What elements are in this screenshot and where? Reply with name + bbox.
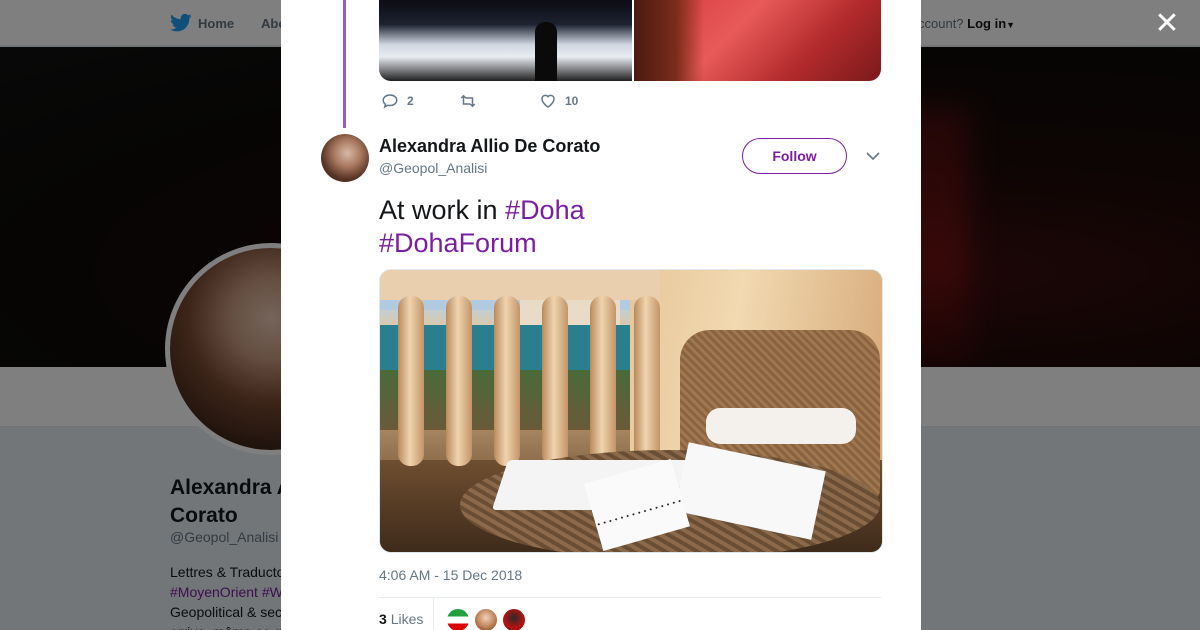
hashtag-doha[interactable]: #Doha <box>505 195 585 225</box>
previous-tweet-actions: 2 10 <box>381 92 578 110</box>
likes-label: Likes <box>390 611 424 627</box>
tweet-author-name[interactable]: Alexandra Allio De Corato <box>379 136 600 157</box>
previous-tweet-photo-conference[interactable] <box>379 0 632 81</box>
chevron-down-icon[interactable] <box>865 148 881 164</box>
photo-baluster <box>634 296 660 466</box>
likes-separator <box>433 598 434 630</box>
liker-avatar[interactable] <box>502 608 526 630</box>
reply-count: 2 <box>407 94 414 108</box>
likes-count: 3 <box>379 611 387 627</box>
photo-balcony-rail <box>380 270 660 300</box>
close-icon[interactable]: ✕ <box>1152 9 1182 40</box>
retweet-icon <box>460 94 476 108</box>
reply-action[interactable]: 2 <box>381 92 459 110</box>
divider <box>379 597 881 598</box>
previous-tweet-media[interactable] <box>379 0 881 81</box>
previous-tweet-photo-selfie[interactable] <box>634 0 881 81</box>
photo-baluster <box>446 296 472 466</box>
tweet-modal: 2 10 Alexandra Allio De Corato @Geopol_A… <box>281 0 921 630</box>
photo-baluster <box>542 296 568 466</box>
likes-stat[interactable]: 3 Likes <box>379 611 423 627</box>
photo-shadow <box>634 0 704 81</box>
photo-baluster <box>494 296 520 466</box>
photo-baluster <box>590 296 616 466</box>
liker-avatar[interactable] <box>446 608 470 630</box>
tweet-text-prefix: At work in <box>379 195 506 225</box>
tweet-author-handle[interactable]: @Geopol_Analisi <box>379 160 487 176</box>
photo-baluster <box>398 296 424 466</box>
follow-button[interactable]: Follow <box>742 138 847 174</box>
retweet-action[interactable] <box>459 92 539 110</box>
like-action[interactable]: 10 <box>539 92 578 110</box>
liker-avatar[interactable] <box>474 608 498 630</box>
tweet-photo[interactable] <box>379 269 883 553</box>
tweet-timestamp[interactable]: 4:06 AM - 15 Dec 2018 <box>379 567 522 583</box>
tweet-text: At work in #Doha #DohaForum <box>379 194 879 260</box>
reply-icon <box>382 94 398 109</box>
photo-silhouette <box>535 22 557 81</box>
thread-connector-line <box>343 0 346 128</box>
tweet-author-avatar[interactable] <box>321 134 369 182</box>
like-count: 10 <box>565 94 579 108</box>
heart-icon <box>541 94 555 108</box>
photo-cushion <box>706 408 856 444</box>
hashtag-dohaforum[interactable]: #DohaForum <box>379 228 537 258</box>
